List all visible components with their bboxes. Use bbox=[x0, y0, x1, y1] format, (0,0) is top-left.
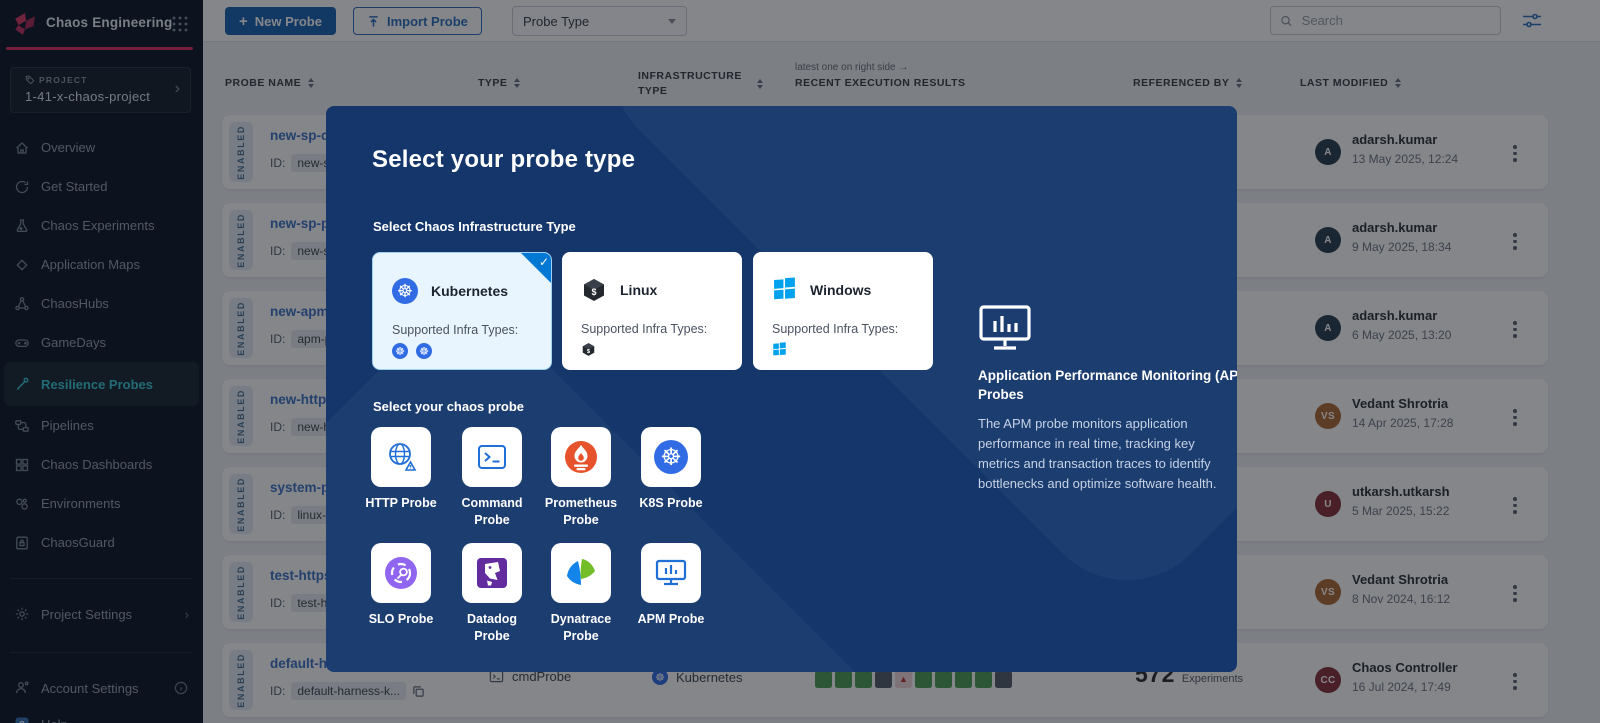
supported-infra-icons: $ bbox=[581, 342, 596, 357]
supported-infra-icons bbox=[772, 342, 787, 357]
probe-tile-http[interactable] bbox=[371, 427, 431, 487]
infra-section-label: Select Chaos Infrastructure Type bbox=[373, 219, 576, 234]
probe-tile-slo[interactable] bbox=[371, 543, 431, 603]
app-root: Chaos Engineering PROJECT 1-41-x-chaos-p… bbox=[0, 0, 1600, 723]
probe-tile-label: SLO Probe bbox=[363, 611, 439, 628]
slo-probe-icon bbox=[383, 555, 419, 591]
kubernetes-icon: ☸ bbox=[392, 343, 408, 359]
infra-card-kubernetes[interactable]: ✓ ☸ Kubernetes Supported Infra Types: ☸ … bbox=[372, 252, 552, 370]
modal-title: Select your probe type bbox=[372, 146, 635, 174]
supported-infra-icons: ☸ ☸ bbox=[392, 343, 432, 359]
apm-panel-description: The APM probe monitors application perfo… bbox=[978, 414, 1236, 494]
probe-tile-label: HTTP Probe bbox=[363, 495, 439, 512]
http-probe-icon bbox=[383, 439, 419, 475]
probe-tile-apm[interactable] bbox=[641, 543, 701, 603]
infra-card-windows[interactable]: Windows Supported Infra Types: bbox=[753, 252, 933, 370]
probe-tile-dynatrace[interactable] bbox=[551, 543, 611, 603]
prometheus-probe-icon bbox=[563, 439, 599, 475]
probe-tile-datadog[interactable] bbox=[462, 543, 522, 603]
windows-icon bbox=[772, 277, 797, 302]
kubernetes-icon: ☸ bbox=[392, 278, 418, 304]
selected-check-icon: ✓ bbox=[521, 253, 551, 283]
linux-icon: $ bbox=[581, 342, 596, 357]
probe-tile-label: Dynatrace Probe bbox=[543, 611, 619, 645]
probe-tile-label: K8S Probe bbox=[633, 495, 709, 512]
probe-tile-prometheus[interactable] bbox=[551, 427, 611, 487]
probe-tile-label: APM Probe bbox=[633, 611, 709, 628]
probe-tile-label: Prometheus Probe bbox=[543, 495, 619, 529]
dynatrace-probe-icon bbox=[563, 555, 599, 591]
probe-section-label: Select your chaos probe bbox=[373, 399, 524, 414]
windows-icon bbox=[772, 342, 787, 357]
probe-tile-label: Datadog Probe bbox=[454, 611, 530, 645]
select-probe-type-modal: Select your probe type Select Chaos Infr… bbox=[326, 106, 1237, 672]
infra-card-linux[interactable]: $ Linux Supported Infra Types: $ bbox=[562, 252, 742, 370]
datadog-probe-icon bbox=[475, 556, 509, 590]
apm-panel-title: Application Performance Monitoring (APM)… bbox=[978, 366, 1237, 404]
apm-probe-icon bbox=[653, 555, 689, 591]
apm-monitor-icon bbox=[978, 304, 1032, 354]
kubernetes-icon: ☸ bbox=[416, 343, 432, 359]
probe-tile-command[interactable] bbox=[462, 427, 522, 487]
svg-text:$: $ bbox=[591, 287, 596, 297]
probe-tile-k8s[interactable]: ☸ bbox=[641, 427, 701, 487]
linux-icon: $ bbox=[581, 277, 607, 303]
command-probe-icon bbox=[475, 440, 509, 474]
probe-tile-label: Command Probe bbox=[454, 495, 530, 529]
k8s-probe-icon: ☸ bbox=[654, 440, 688, 474]
